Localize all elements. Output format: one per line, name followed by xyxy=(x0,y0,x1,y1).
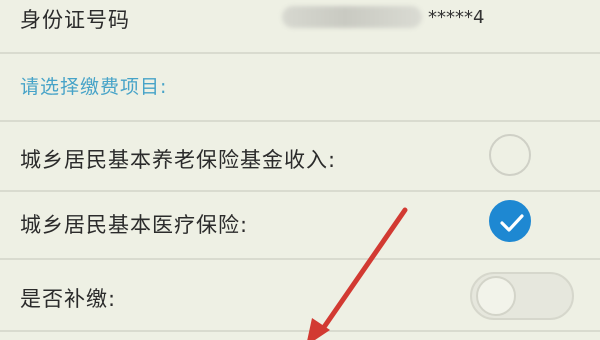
divider xyxy=(0,258,600,260)
id-number-mask xyxy=(282,6,422,28)
id-number-value: *****4 xyxy=(282,0,484,34)
payment-item-medical-label: 城乡居民基本医疗保险: xyxy=(20,213,249,237)
toggle-knob[interactable] xyxy=(476,276,516,316)
divider xyxy=(0,52,600,54)
id-number-row: 身份证号码 *****4 xyxy=(0,0,600,52)
pension-radio[interactable] xyxy=(489,134,531,176)
payment-item-pension-label: 城乡居民基本养老保险基金收入: xyxy=(20,148,337,172)
backpay-toggle[interactable] xyxy=(470,272,574,320)
divider xyxy=(0,190,600,192)
checkmark-icon xyxy=(500,214,524,232)
medical-radio-checked[interactable] xyxy=(489,200,531,242)
backpay-label: 是否补缴: xyxy=(20,287,117,311)
id-number-label: 身份证号码 xyxy=(20,8,130,32)
divider xyxy=(0,120,600,122)
id-number-suffix: *****4 xyxy=(428,6,485,28)
section-title: 请选择缴费项目: xyxy=(20,76,168,98)
divider xyxy=(0,330,600,332)
